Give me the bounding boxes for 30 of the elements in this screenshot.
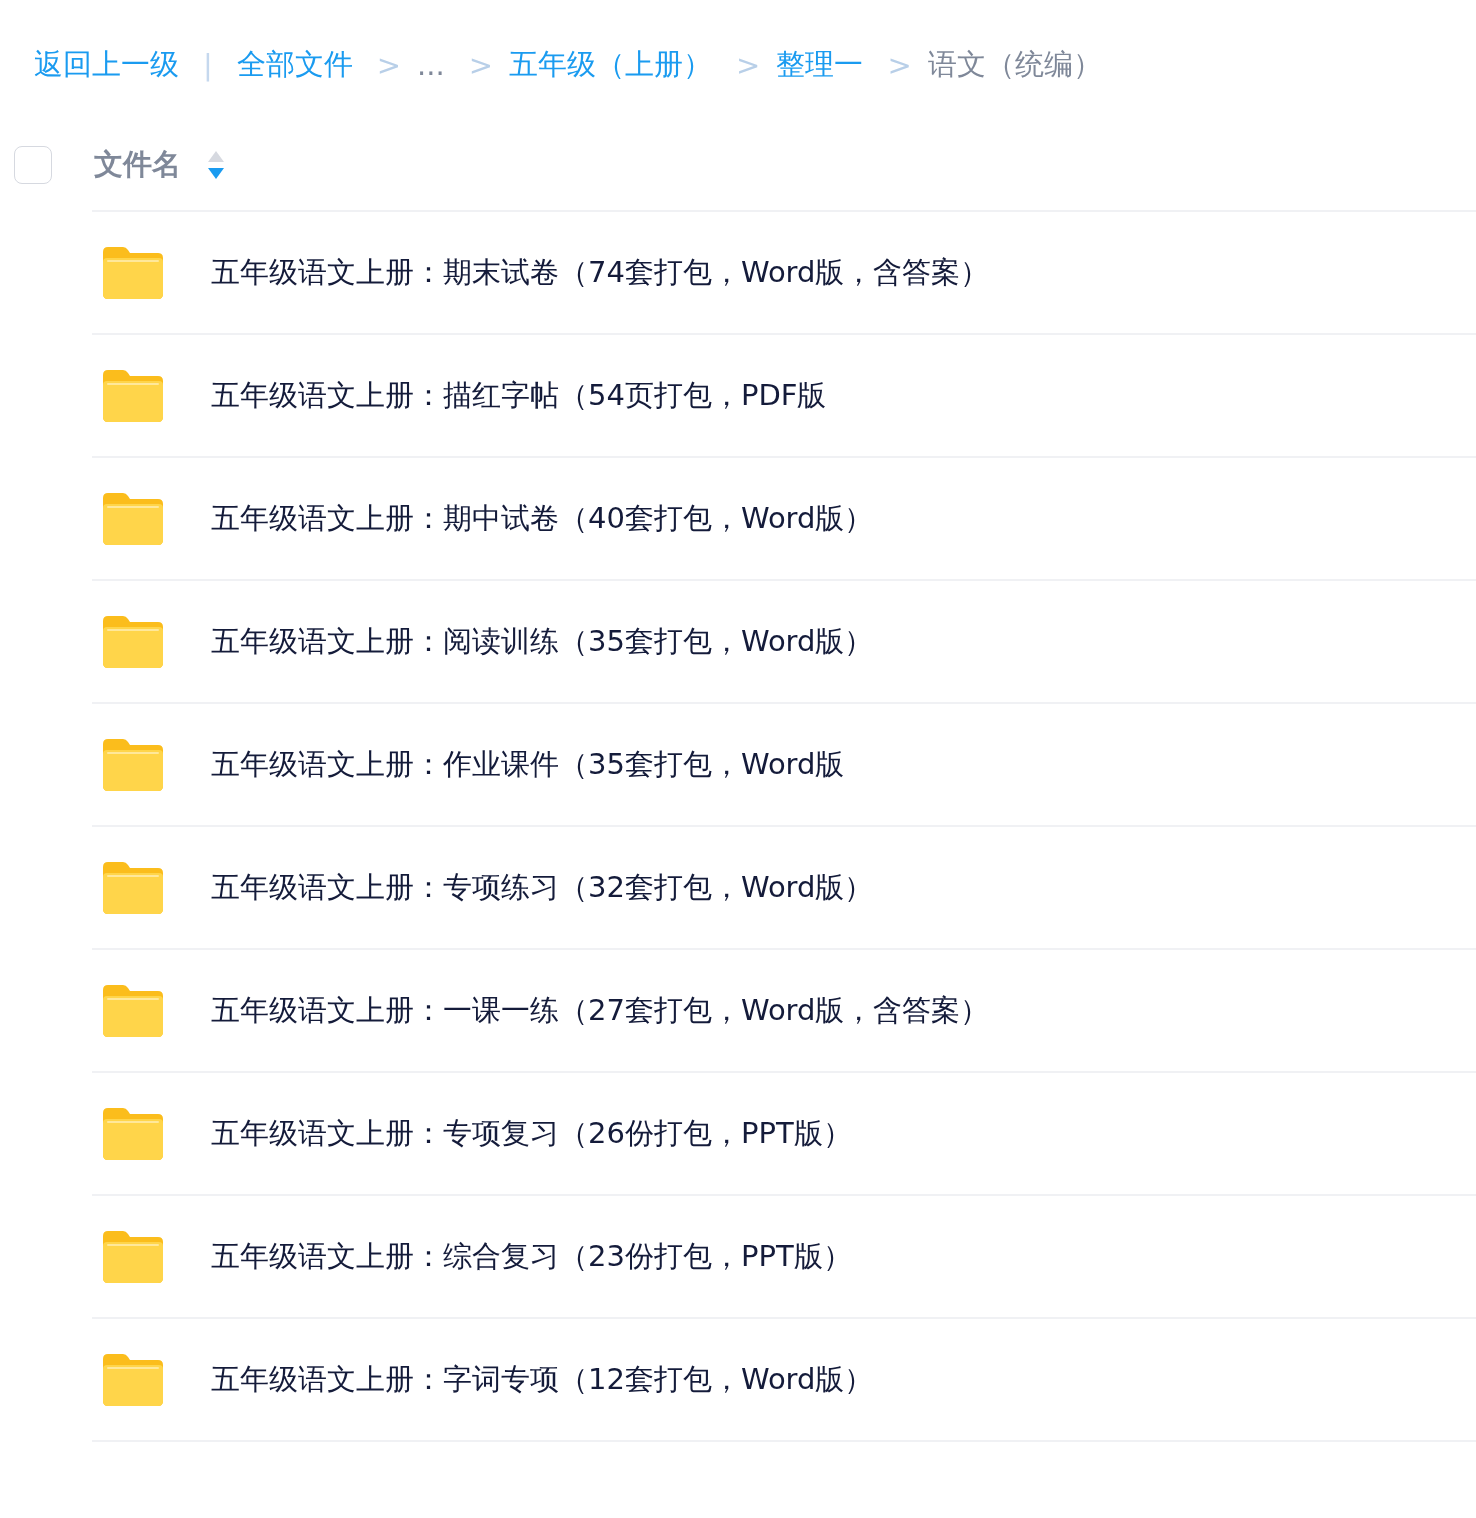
folder-icon[interactable] bbox=[103, 615, 163, 668]
file-name[interactable]: 五年级语文上册：期中试卷（40套打包，Word版） bbox=[211, 498, 874, 539]
file-name[interactable]: 五年级语文上册：专项复习（26份打包，PPT版） bbox=[211, 1113, 852, 1154]
folder-icon[interactable] bbox=[103, 1353, 163, 1406]
folder-icon[interactable] bbox=[103, 984, 163, 1037]
file-name[interactable]: 五年级语文上册：专项练习（32套打包，Word版） bbox=[211, 867, 874, 908]
folder-icon[interactable] bbox=[103, 1107, 163, 1160]
folder-icon[interactable] bbox=[103, 738, 163, 791]
file-name[interactable]: 五年级语文上册：字词专项（12套打包，Word版） bbox=[211, 1359, 874, 1400]
file-name[interactable]: 五年级语文上册：描红字帖（54页打包，PDF版 bbox=[211, 375, 827, 416]
separator: > bbox=[887, 48, 912, 82]
file-name[interactable]: 五年级语文上册：期末试卷（74套打包，Word版，含答案） bbox=[211, 252, 990, 293]
folder-icon[interactable] bbox=[103, 369, 163, 422]
folder-icon[interactable] bbox=[103, 246, 163, 299]
folder-icon[interactable] bbox=[103, 1230, 163, 1283]
folder-icon[interactable] bbox=[103, 861, 163, 914]
divider: | bbox=[203, 48, 213, 82]
file-name[interactable]: 五年级语文上册：综合复习（23份打包，PPT版） bbox=[211, 1236, 852, 1277]
file-name[interactable]: 五年级语文上册：阅读训练（35套打包，Word版） bbox=[211, 621, 874, 662]
file-name[interactable]: 五年级语文上册：作业课件（35套打包，Word版 bbox=[211, 744, 845, 785]
column-header[interactable]: 文件名 bbox=[94, 145, 181, 185]
file-name[interactable]: 五年级语文上册：一课一练（27套打包，Word版，含答案） bbox=[211, 990, 990, 1031]
sort-icon[interactable] bbox=[207, 150, 225, 180]
separator: > bbox=[736, 48, 761, 82]
separator: > bbox=[468, 48, 494, 82]
select-all-checkbox[interactable] bbox=[14, 146, 52, 184]
separator: > bbox=[376, 48, 402, 82]
ellipsis: ... bbox=[417, 48, 445, 82]
current-folder: 语文（统编） bbox=[927, 46, 1102, 83]
folder-icon[interactable] bbox=[103, 492, 163, 545]
